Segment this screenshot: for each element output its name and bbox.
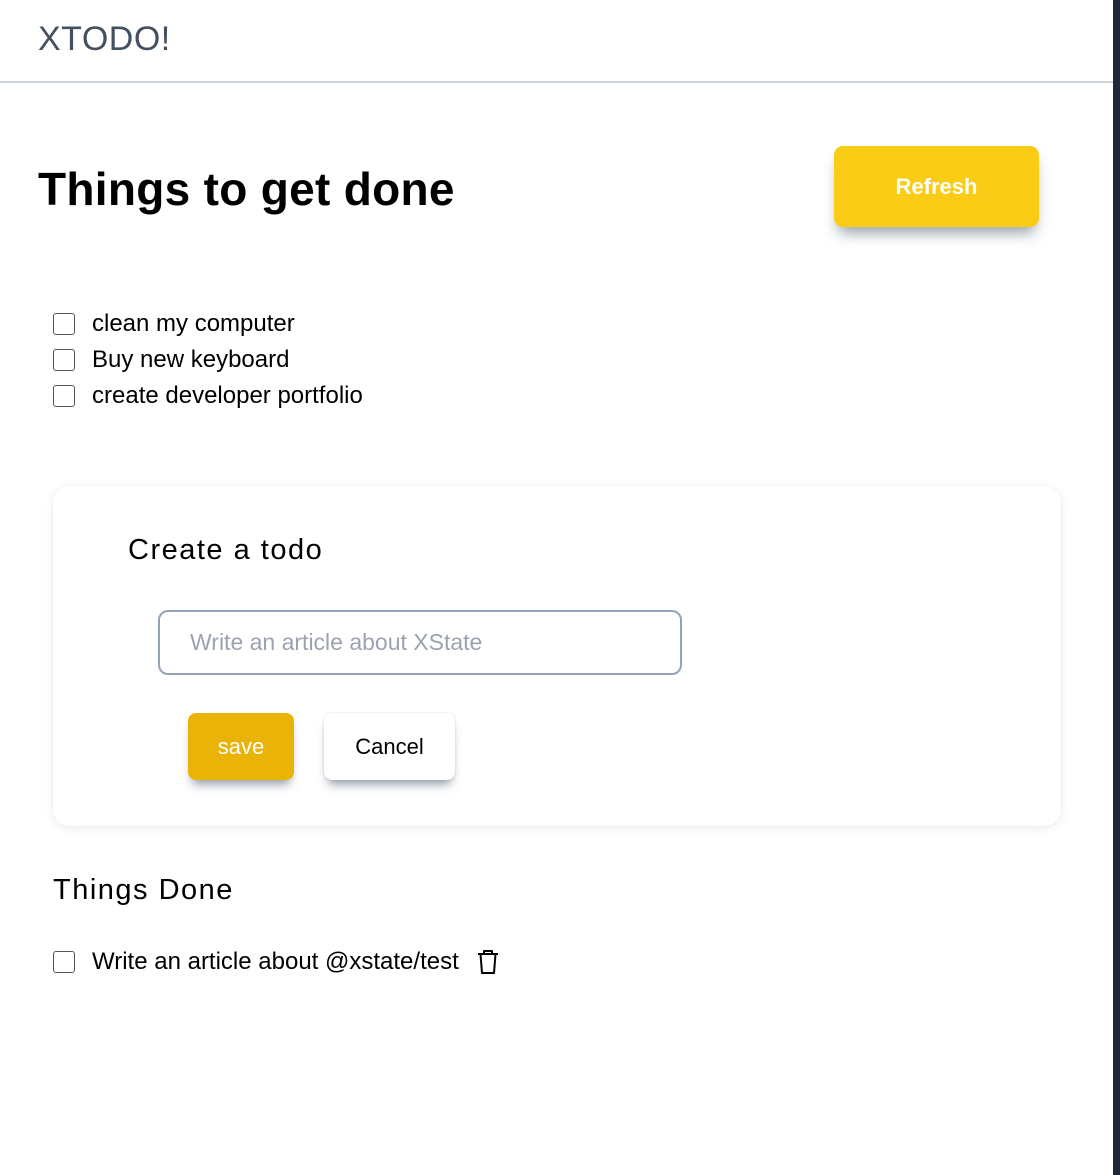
app-window: XTODO! Things to get done Refresh clean … [0,0,1113,1175]
done-list: Write an article about @xstate/test [53,944,501,980]
todo-text: create developer portfolio [92,382,363,409]
create-todo-title: Create a todo [128,534,324,566]
todo-checkbox[interactable] [53,349,75,371]
todo-item: create developer portfolio [53,378,363,414]
done-item: Write an article about @xstate/test [53,944,501,980]
page-title: Things to get done [38,163,455,215]
create-todo-card: Create a todo save Cancel [53,486,1061,826]
trash-icon[interactable] [475,948,501,976]
todo-text: Buy new keyboard [92,346,290,373]
todo-checkbox[interactable] [53,385,75,407]
todo-item: clean my computer [53,306,363,342]
todo-checkbox[interactable] [53,313,75,335]
todo-input[interactable] [158,610,682,675]
save-button[interactable]: save [188,713,294,780]
done-section-title: Things Done [53,874,234,906]
cancel-button[interactable]: Cancel [324,713,455,780]
todo-list: clean my computer Buy new keyboard creat… [53,306,363,414]
navbar: XTODO! [0,0,1113,83]
window-border [1113,0,1120,1175]
brand-logo[interactable]: XTODO! [38,20,171,59]
done-checkbox[interactable] [53,951,75,973]
todo-text: clean my computer [92,310,295,337]
refresh-button[interactable]: Refresh [834,146,1039,227]
done-text: Write an article about @xstate/test [92,948,459,975]
todo-item: Buy new keyboard [53,342,363,378]
